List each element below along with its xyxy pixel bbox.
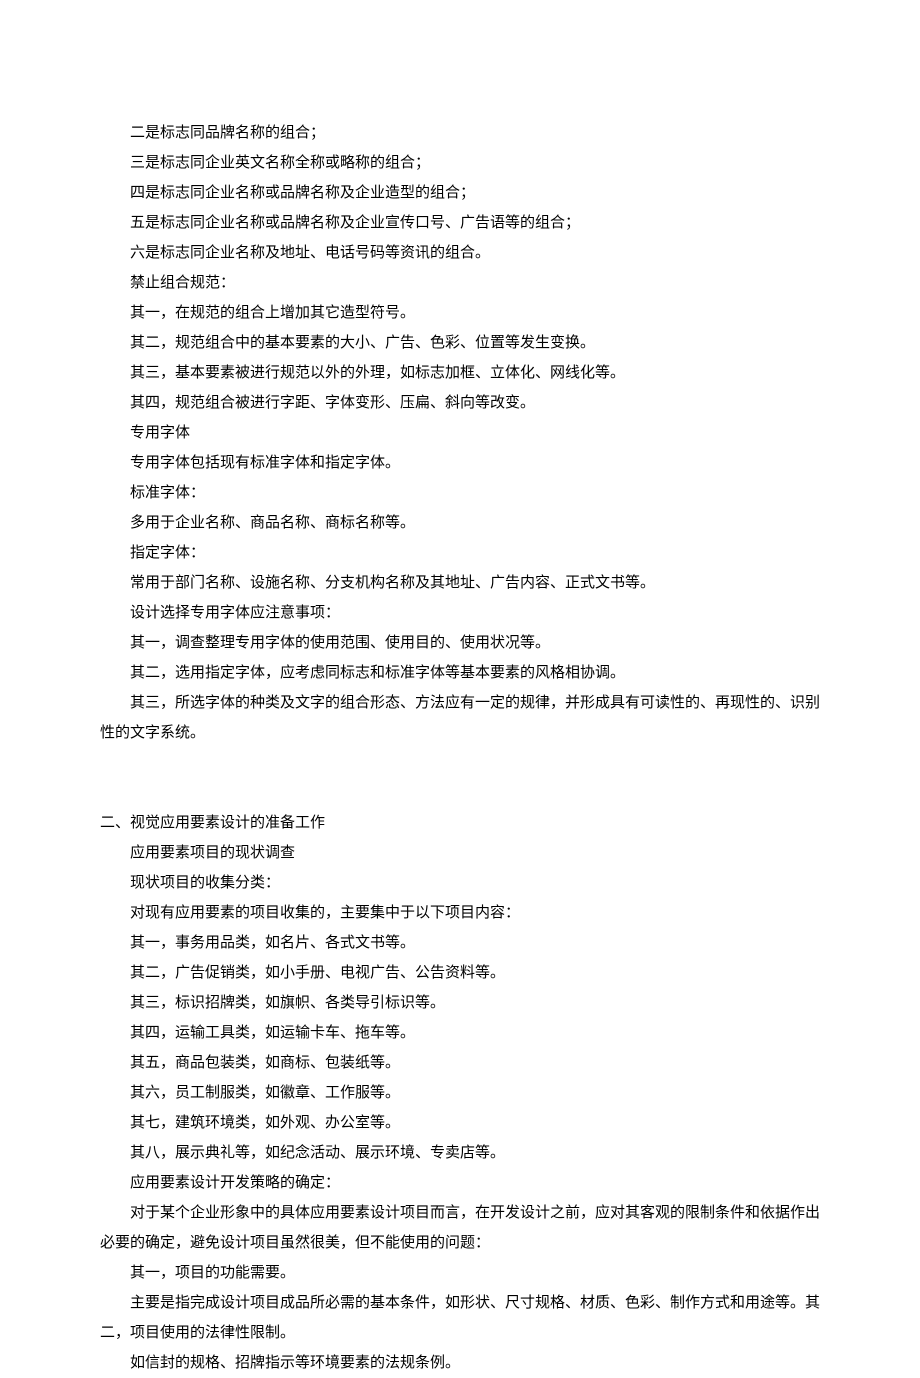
document-page: 二是标志同品牌名称的组合； 三是标志同企业英文名称全称或略称的组合； 四是标志同…: [0, 0, 920, 1378]
text-line: 禁止组合规范：: [100, 268, 820, 298]
text-line: 其四，运输工具类，如运输卡车、拖车等。: [100, 1018, 820, 1048]
text-line: 其一，项目的功能需要。: [100, 1258, 820, 1288]
text-line: 对于某个企业形象中的具体应用要素设计项目而言，在开发设计之前，应对其客观的限制条…: [100, 1198, 820, 1258]
text-line: 五是标志同企业名称或品牌名称及企业宣传口号、广告语等的组合；: [100, 208, 820, 238]
text-line: 现状项目的收集分类：: [100, 868, 820, 898]
text-line: 其七，建筑环境类，如外观、办公室等。: [100, 1108, 820, 1138]
text-line: 其八，展示典礼等，如纪念活动、展示环境、专卖店等。: [100, 1138, 820, 1168]
text-line: 专用字体包括现有标准字体和指定字体。: [100, 448, 820, 478]
text-line: 其二，选用指定字体，应考虑同标志和标准字体等基本要素的风格相协调。: [100, 658, 820, 688]
text-line: 其三，所选字体的种类及文字的组合形态、方法应有一定的规律，并形成具有可读性的、再…: [100, 688, 820, 748]
text-line: 专用字体: [100, 418, 820, 448]
text-line: 其二，规范组合中的基本要素的大小、广告、色彩、位置等发生变换。: [100, 328, 820, 358]
block-1: 二是标志同品牌名称的组合； 三是标志同企业英文名称全称或略称的组合； 四是标志同…: [100, 118, 820, 748]
text-line: 其一，调查整理专用字体的使用范围、使用目的、使用状况等。: [100, 628, 820, 658]
text-line: 其六，员工制服类，如徽章、工作服等。: [100, 1078, 820, 1108]
text-line: 其一，事务用品类，如名片、各式文书等。: [100, 928, 820, 958]
text-line: 二是标志同品牌名称的组合；: [100, 118, 820, 148]
block-2: 应用要素项目的现状调查 现状项目的收集分类： 对现有应用要素的项目收集的，主要集…: [100, 838, 820, 1378]
text-line: 其一，在规范的组合上增加其它造型符号。: [100, 298, 820, 328]
text-line: 其五，商品包装类，如商标、包装纸等。: [100, 1048, 820, 1078]
text-line: 应用要素项目的现状调查: [100, 838, 820, 868]
text-line: 其四，规范组合被进行字距、字体变形、压扁、斜向等改变。: [100, 388, 820, 418]
text-line: 常用于部门名称、设施名称、分支机构名称及其地址、广告内容、正式文书等。: [100, 568, 820, 598]
text-line: 四是标志同企业名称或品牌名称及企业造型的组合；: [100, 178, 820, 208]
text-line: 设计选择专用字体应注意事项：: [100, 598, 820, 628]
text-line: 多用于企业名称、商品名称、商标名称等。: [100, 508, 820, 538]
text-line: 标准字体：: [100, 478, 820, 508]
text-line: 三是标志同企业英文名称全称或略称的组合；: [100, 148, 820, 178]
text-line: 其三，标识招牌类，如旗帜、各类导引标识等。: [100, 988, 820, 1018]
section-heading: 二、视觉应用要素设计的准备工作: [100, 808, 820, 838]
text-line: 主要是指完成设计项目成品所必需的基本条件，如形状、尺寸规格、材质、色彩、制作方式…: [100, 1288, 820, 1348]
section-gap: [100, 748, 820, 808]
text-line: 应用要素设计开发策略的确定：: [100, 1168, 820, 1198]
text-line: 如信封的规格、招牌指示等环境要素的法规条例。: [100, 1348, 820, 1378]
text-line: 对现有应用要素的项目收集的，主要集中于以下项目内容：: [100, 898, 820, 928]
text-line: 指定字体：: [100, 538, 820, 568]
text-line: 六是标志同企业名称及地址、电话号码等资讯的组合。: [100, 238, 820, 268]
text-line: 其二，广告促销类，如小手册、电视广告、公告资料等。: [100, 958, 820, 988]
text-line: 其三，基本要素被进行规范以外的外理，如标志加框、立体化、网线化等。: [100, 358, 820, 388]
